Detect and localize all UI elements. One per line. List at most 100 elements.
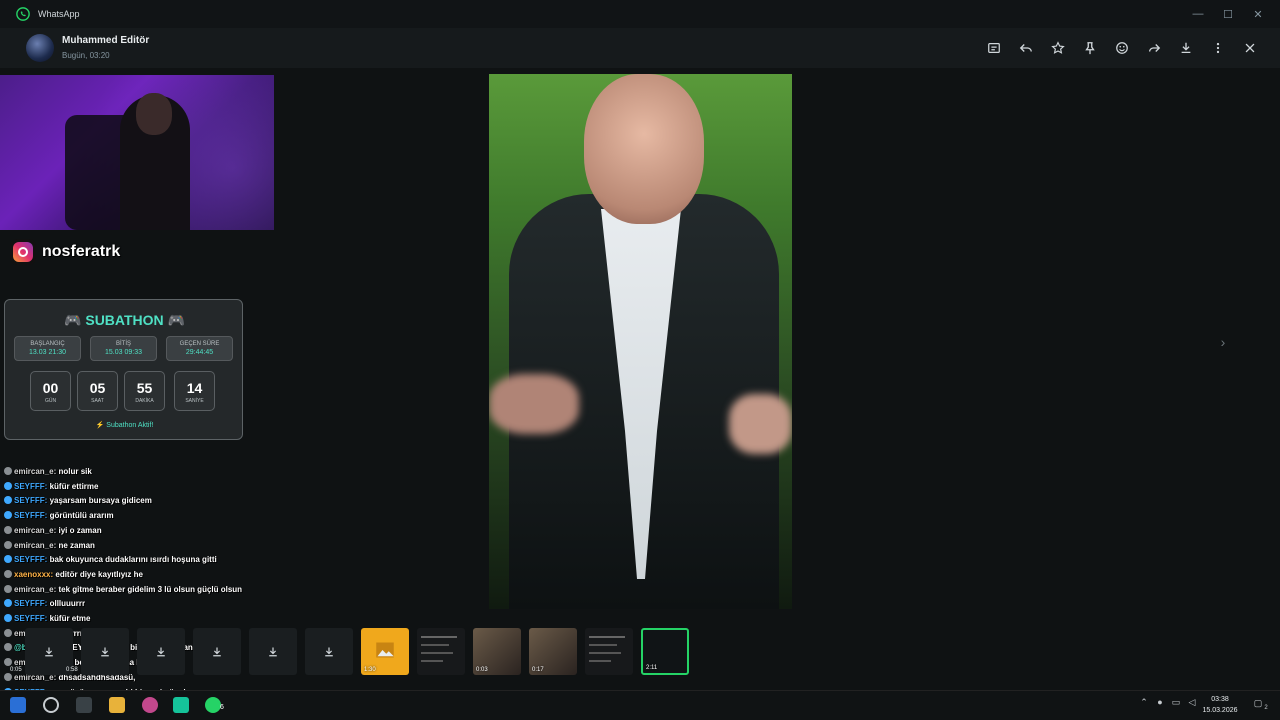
chat-badge-icon <box>4 672 12 681</box>
close-window-button[interactable]: ✕ <box>1242 0 1274 28</box>
clock[interactable]: 03:38 15.03.2026 <box>1200 694 1240 716</box>
chat-badge-icon <box>4 555 12 564</box>
download-thumbnail[interactable] <box>193 628 241 675</box>
chat-badge-icon <box>4 628 12 637</box>
chat-text: tek gitme beraber gidelim 3 lü olsun güç… <box>58 584 243 594</box>
chat-username: emircan_e: <box>14 540 57 550</box>
download-thumbnail[interactable] <box>137 628 185 675</box>
chevron-up-icon[interactable]: ⌃ <box>1138 697 1150 711</box>
media-thumbnail[interactable]: 0:03 <box>473 628 521 675</box>
minimize-button[interactable]: — <box>1182 0 1214 28</box>
app-icon[interactable] <box>173 697 189 713</box>
chat-text: nolur sik <box>58 467 92 476</box>
pin-button[interactable] <box>1081 39 1099 57</box>
end-box: BİTİŞ 15.03 09:33 <box>90 336 157 361</box>
chat-badge-icon <box>4 496 12 505</box>
chat-message: SEYFFF: ollluuurrr <box>4 599 85 613</box>
subathon-status: ⚡ Subathon Aktif! <box>95 422 154 429</box>
title-bar: WhatsApp <box>0 0 1280 28</box>
download-icon <box>101 647 109 656</box>
countdown-hours: 05 SAAT <box>77 371 118 411</box>
thumbnail-duration: 0:17 <box>532 667 544 673</box>
chat-username: SEYFFF: <box>14 496 48 506</box>
chat-badge-icon <box>4 643 12 652</box>
chat-username: SEYFFF: <box>14 481 48 491</box>
search-icon[interactable] <box>43 697 59 713</box>
elapsed-box: GEÇEN SÜRE 29:44:45 <box>166 336 233 361</box>
volume-icon[interactable]: ◁ <box>1186 697 1198 711</box>
avatar[interactable] <box>26 34 54 62</box>
notification-count: 2 <box>1264 705 1268 711</box>
chat-message: SEYFFF: bak okuyunca dudaklarını ısırdı … <box>4 555 217 569</box>
download-thumbnail[interactable] <box>81 628 129 675</box>
chat-badge-icon <box>4 614 12 622</box>
chat-badge-icon <box>4 569 12 578</box>
start-box: BAŞLANGIÇ 13.03 21:30 <box>14 336 81 361</box>
chat-badge-icon <box>4 467 12 475</box>
chat-username: xaenoxxx: <box>14 569 54 579</box>
subathon-title: 🎮 SUBATHON 🎮 <box>64 312 185 328</box>
next-media-button[interactable]: › <box>1214 333 1232 351</box>
network-icon[interactable]: ▭ <box>1170 697 1182 711</box>
download-thumbnail[interactable] <box>305 628 353 675</box>
chat-message: emircan_e: nolur sik <box>4 467 92 481</box>
react-button[interactable] <box>1113 39 1131 57</box>
image-icon <box>376 642 394 658</box>
media-image <box>489 74 792 609</box>
clock-date: 15.03.2026 <box>1202 707 1238 714</box>
chat-username: SEYFFF: <box>14 555 48 565</box>
chat-text: ollluuurrr <box>49 599 86 609</box>
download-thumbnail[interactable] <box>249 628 297 675</box>
start-icon[interactable] <box>10 697 26 713</box>
star-button[interactable] <box>1049 39 1067 57</box>
thumbnail-label: 0:58 <box>66 667 78 673</box>
close-icon <box>1245 43 1255 53</box>
chat-badge-icon <box>4 511 12 520</box>
thumbnail-label: 0:05 <box>10 667 22 673</box>
countdown-seconds: 14 SANİYE <box>174 371 215 411</box>
thumbnail-duration: 1:30 <box>364 667 376 673</box>
media-thumbnail[interactable]: 1:30 <box>361 628 409 675</box>
chat-text: bak okuyunca dudaklarını ısırdı hoşuna g… <box>49 555 217 565</box>
download-icon <box>269 647 277 656</box>
chat-message: SEYFFF: küfür etme <box>4 614 90 628</box>
download-icon <box>157 647 165 656</box>
chat-badge-icon <box>4 658 12 667</box>
media-thumbnail[interactable] <box>417 628 465 675</box>
download-button[interactable] <box>1177 39 1195 57</box>
reply-button[interactable] <box>1017 39 1035 57</box>
close-viewer-button[interactable] <box>1241 39 1259 57</box>
chat-text: ne zaman <box>58 540 95 550</box>
maximize-button[interactable]: ☐ <box>1212 0 1244 28</box>
thumbnail-duration: 0:03 <box>476 667 488 673</box>
chat-badge-icon <box>4 599 12 608</box>
app-title: WhatsApp <box>38 9 80 19</box>
browser-icon[interactable] <box>142 697 158 713</box>
go-to-message-button[interactable] <box>985 39 1003 57</box>
subathon-panel: 🎮 SUBATHON 🎮 BAŞLANGIÇ 13.03 21:30 BİTİŞ… <box>4 299 243 440</box>
chat-username: SEYFFF: <box>14 511 48 521</box>
file-explorer-icon[interactable] <box>109 697 125 713</box>
taskbar <box>0 690 1280 720</box>
emoji-icon <box>1116 42 1128 54</box>
task-view-icon[interactable] <box>76 697 92 713</box>
chat-username: emircan_e: <box>14 584 57 594</box>
chat-message: SEYFFF: görüntülü ararım <box>4 511 114 525</box>
instagram-name: nosferatrk <box>42 243 121 260</box>
chat-username: SEYFFF: <box>14 614 48 623</box>
media-thumbnail[interactable]: 2:11 <box>641 628 689 675</box>
chat-badge-icon <box>4 525 12 534</box>
microphone-icon[interactable]: ● <box>1154 697 1166 711</box>
chat-text: editör diye kayıtlıyız he <box>55 569 143 579</box>
download-icon <box>325 647 333 656</box>
chat-message: emircan_e: tek gitme beraber gidelim 3 l… <box>4 584 243 599</box>
message-icon <box>988 43 1000 53</box>
thumbnail-duration: 2:11 <box>646 665 658 671</box>
download-icon <box>1181 42 1191 54</box>
more-options-button[interactable] <box>1209 39 1227 57</box>
forward-button[interactable] <box>1145 39 1163 57</box>
media-thumbnail[interactable]: 0:17 <box>529 628 577 675</box>
whatsapp-badge: 6 <box>220 704 224 711</box>
media-thumbnail[interactable] <box>585 628 633 675</box>
more-vertical-icon <box>1216 42 1220 54</box>
